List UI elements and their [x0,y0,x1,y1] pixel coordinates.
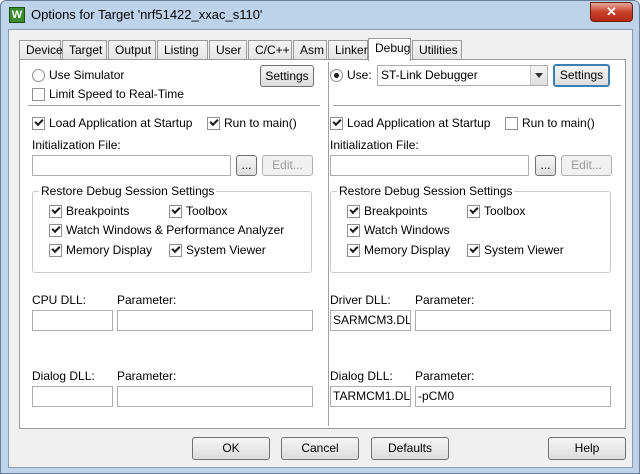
debugger-select[interactable]: ST-Link Debugger [377,65,548,86]
right-dialog-param-label: Parameter: [415,369,475,383]
cpu-param-label: Parameter: [117,293,177,307]
tab-target[interactable]: Target [62,40,107,60]
left-memory-display-checkbox[interactable] [49,243,62,257]
defaults-button[interactable]: Defaults [371,437,449,460]
left-init-file-input[interactable] [32,155,231,176]
left-edit-button[interactable]: Edit... [262,155,313,176]
right-dialog-param-input[interactable]: -pCM0 [415,386,611,407]
right-watch-windows-label[interactable]: Watch Windows [364,223,450,237]
right-restore-group-title: Restore Debug Session Settings [337,184,515,198]
limit-speed-label[interactable]: Limit Speed to Real-Time [49,87,184,101]
driver-param-label: Parameter: [415,293,475,307]
use-simulator-radio[interactable] [32,69,45,82]
debugger-select-value: ST-Link Debugger [381,68,478,82]
left-system-viewer-checkbox[interactable] [169,243,182,257]
right-toolbox-checkbox[interactable] [467,204,480,218]
window-title: Options for Target 'nrf51422_xxac_s110' [31,7,263,22]
left-separator [28,105,320,107]
app-icon: W [9,7,25,23]
debug-panel: Use Simulator Limit Speed to Real-Time S… [19,59,626,429]
cpu-param-input[interactable] [117,310,313,331]
options-dialog: W Options for Target 'nrf51422_xxac_s110… [0,0,640,474]
right-watch-windows-checkbox[interactable] [347,223,360,237]
chevron-down-icon[interactable] [530,66,547,85]
tab-linker[interactable]: Linker [328,40,368,60]
left-dialog-param-label: Parameter: [117,369,177,383]
right-load-app-checkbox[interactable] [330,116,343,130]
tab-device[interactable]: Device [19,40,63,60]
left-watch-windows-checkbox[interactable] [49,223,62,237]
left-toolbox-label[interactable]: Toolbox [186,204,227,218]
tab-debug[interactable]: Debug [368,38,411,61]
driver-param-input[interactable] [415,310,611,331]
driver-dll-input[interactable]: SARMCM3.DLL [330,310,411,331]
use-debugger-radio[interactable] [330,69,343,82]
right-separator [333,105,621,107]
cpu-dll-input[interactable] [32,310,113,331]
left-breakpoints-label[interactable]: Breakpoints [66,204,129,218]
left-toolbox-checkbox[interactable] [169,204,182,218]
right-init-file-label: Initialization File: [330,138,419,152]
left-dialog-dll-input[interactable] [32,386,113,407]
left-dialog-dll-label: Dialog DLL: [32,369,95,383]
close-icon[interactable]: ✕ [590,2,633,22]
dialog-client: Device Target Output Listing User C/C++ … [8,29,633,468]
driver-dll-label: Driver DLL: [330,293,391,307]
left-init-file-label: Initialization File: [32,138,121,152]
tab-cpp[interactable]: C/C++ [248,40,292,60]
right-system-viewer-label[interactable]: System Viewer [484,243,564,257]
debugger-settings-button[interactable]: Settings [553,64,610,87]
right-toolbox-label[interactable]: Toolbox [484,204,525,218]
tab-asm[interactable]: Asm [293,40,327,60]
help-button[interactable]: Help [548,437,626,460]
right-memory-display-checkbox[interactable] [347,243,360,257]
left-memory-display-label[interactable]: Memory Display [66,243,152,257]
right-run-to-main-label[interactable]: Run to main() [522,116,595,130]
right-system-viewer-checkbox[interactable] [467,243,480,257]
left-restore-group-title: Restore Debug Session Settings [39,184,217,198]
right-dialog-dll-label: Dialog DLL: [330,369,393,383]
use-debugger-label[interactable]: Use: [347,68,372,82]
right-memory-display-label[interactable]: Memory Display [364,243,450,257]
tab-output[interactable]: Output [108,40,156,60]
left-breakpoints-checkbox[interactable] [49,204,62,218]
right-edit-button[interactable]: Edit... [561,155,612,176]
left-watch-windows-label[interactable]: Watch Windows & Performance Analyzer [66,223,284,237]
right-dialog-dll-input[interactable]: TARMCM1.DLL [330,386,411,407]
left-browse-button[interactable]: ... [236,155,257,176]
right-run-to-main-checkbox[interactable] [505,117,518,130]
right-browse-button[interactable]: ... [535,155,556,176]
tab-user[interactable]: User [209,40,247,60]
limit-speed-checkbox[interactable] [32,88,45,101]
ok-button[interactable]: OK [192,437,270,460]
use-simulator-label[interactable]: Use Simulator [49,68,124,82]
left-dialog-param-input[interactable] [117,386,313,407]
left-run-to-main-checkbox[interactable] [207,116,220,130]
cpu-dll-label: CPU DLL: [32,293,87,307]
tab-utilities[interactable]: Utilities [412,40,462,60]
left-run-to-main-label[interactable]: Run to main() [224,116,297,130]
left-system-viewer-label[interactable]: System Viewer [186,243,266,257]
right-init-file-input[interactable] [330,155,529,176]
right-breakpoints-checkbox[interactable] [347,204,360,218]
cancel-button[interactable]: Cancel [281,437,359,460]
title-bar[interactable]: W Options for Target 'nrf51422_xxac_s110… [1,1,639,29]
simulator-settings-button[interactable]: Settings [260,65,314,87]
right-breakpoints-label[interactable]: Breakpoints [364,204,427,218]
left-load-app-label[interactable]: Load Application at Startup [49,116,192,130]
right-load-app-label[interactable]: Load Application at Startup [347,116,490,130]
tab-listing[interactable]: Listing [157,40,208,60]
left-load-app-checkbox[interactable] [32,116,45,130]
